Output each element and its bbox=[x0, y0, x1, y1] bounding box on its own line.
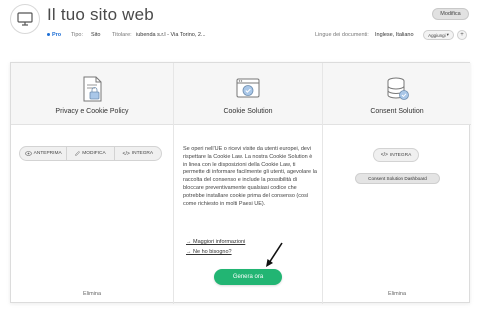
consent-solution-title: Consent Solution bbox=[370, 108, 424, 115]
code-icon: </> bbox=[380, 152, 388, 158]
chevron-down-icon: ▾ bbox=[446, 32, 449, 37]
add-language-label: Aggiungi bbox=[428, 32, 446, 38]
lingue-label: Lingue dei documenti: bbox=[315, 32, 369, 38]
monitor-icon bbox=[17, 12, 33, 26]
document-lock-icon bbox=[83, 76, 102, 102]
generate-now-button[interactable]: Genera ora bbox=[214, 269, 282, 285]
do-i-need-it-link[interactable]: → Ne ho bisogno? bbox=[186, 249, 232, 255]
cookie-solution-description: Se operi nell'UE o ricevi visite da uten… bbox=[183, 146, 317, 207]
cookie-solution-column: Cookie Solution Se operi nell'UE o ricev… bbox=[174, 63, 322, 304]
edit-site-button[interactable]: Modifica bbox=[432, 8, 469, 20]
preview-label: ANTEPRIMA bbox=[33, 151, 62, 156]
code-icon: </> bbox=[122, 150, 130, 157]
tipo-label: Tipo: bbox=[71, 32, 84, 38]
plan-badge: Pro bbox=[47, 30, 61, 40]
integrate-button[interactable]: </> INTEGRA bbox=[115, 147, 161, 160]
consent-integrate-button[interactable]: </> INTEGRA bbox=[373, 148, 419, 162]
arrow-pointer-icon bbox=[266, 242, 283, 267]
privacy-actions: ANTEPRIMA MODIFICA </> INTEGRA bbox=[19, 146, 162, 161]
consent-solution-column: Consent Solution </> INTEGRA Consent Sol… bbox=[323, 63, 471, 304]
tipo-value: Sito bbox=[91, 32, 101, 38]
consent-integrate-label: INTEGRA bbox=[389, 152, 412, 158]
products-panel: Privacy e Cookie Policy ANTEPRIMA MODIFI… bbox=[10, 62, 471, 304]
privacy-policy-title: Privacy e Cookie Policy bbox=[55, 108, 129, 115]
modify-button[interactable]: MODIFICA bbox=[67, 147, 115, 160]
more-info-link[interactable]: → Maggiori informazioni bbox=[186, 239, 245, 245]
eye-icon bbox=[24, 151, 32, 156]
consent-dashboard-button[interactable]: Consent Solution Dashboard bbox=[355, 173, 440, 184]
add-language-dropdown[interactable]: Aggiungi ▾ bbox=[423, 30, 454, 40]
lingue-value: Inglese, Italiano bbox=[375, 32, 414, 38]
preview-button[interactable]: ANTEPRIMA bbox=[20, 147, 68, 160]
privacy-policy-column: Privacy e Cookie Policy ANTEPRIMA MODIFI… bbox=[11, 63, 173, 304]
browser-check-icon bbox=[236, 78, 260, 98]
delete-consent-link[interactable]: Elimina bbox=[323, 291, 471, 297]
site-avatar bbox=[10, 4, 40, 34]
pencil-icon bbox=[75, 151, 81, 156]
titolare-label: Titolare: bbox=[112, 32, 132, 38]
database-icon bbox=[387, 77, 409, 100]
cookie-solution-title: Cookie Solution bbox=[223, 108, 273, 115]
page-title: Il tuo sito web bbox=[47, 5, 154, 24]
add-button[interactable]: + bbox=[457, 30, 467, 40]
delete-privacy-link[interactable]: Elimina bbox=[11, 291, 173, 297]
site-header: Il tuo sito web Modifica Pro Tipo: Sito … bbox=[0, 0, 480, 48]
integrate-label: INTEGRA bbox=[131, 151, 154, 156]
modify-label: MODIFICA bbox=[82, 151, 106, 156]
titolare-value: iubenda s.r.l - Via Torino, 2... bbox=[136, 32, 206, 38]
plan-dot-icon bbox=[47, 33, 50, 37]
